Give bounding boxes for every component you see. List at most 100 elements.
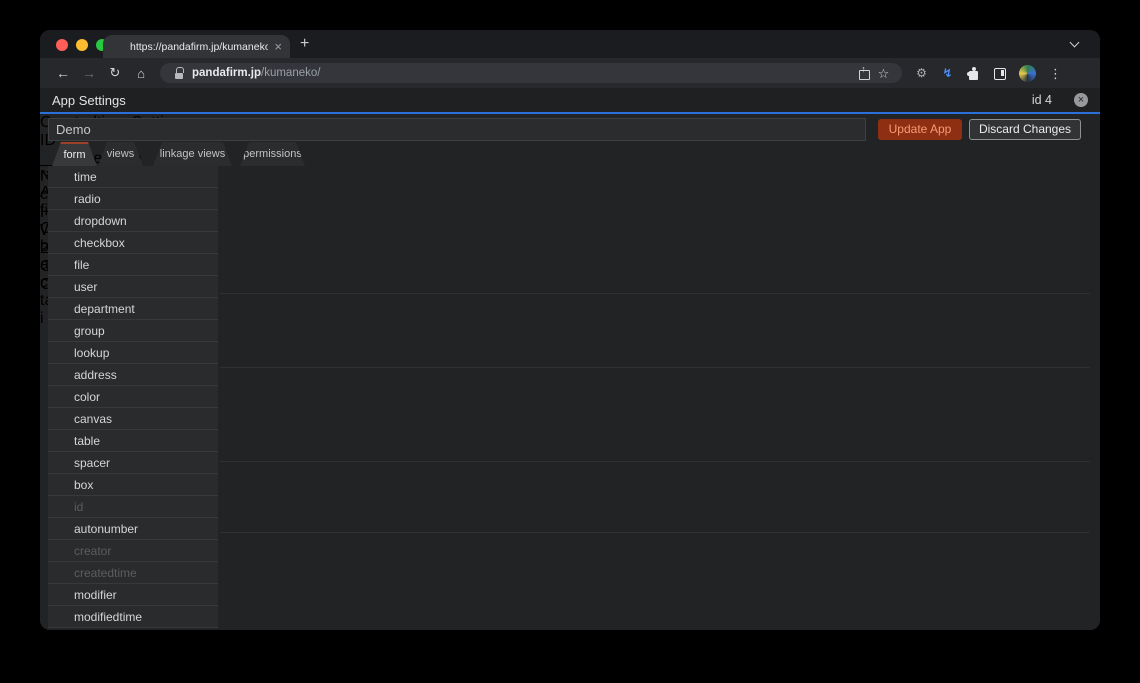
tab-title: https://pandafirm.jp/kumaneko xyxy=(130,40,269,53)
settings-tabs: form views linkage views permissions xyxy=(52,142,305,166)
page-close-icon[interactable] xyxy=(1074,93,1088,107)
sidebar-item-id: id xyxy=(48,496,218,518)
url-domain: pandafirm.jp xyxy=(192,67,262,79)
user-icon xyxy=(53,280,66,293)
sidebar-item-department[interactable]: department xyxy=(48,298,218,320)
sidebar-item-modifiedtime[interactable]: modifiedtime xyxy=(48,606,218,628)
address-bar[interactable]: pandafirm.jp/kumaneko/ xyxy=(160,63,902,83)
sidebar-item-label: time xyxy=(74,169,97,184)
creator-icon xyxy=(53,544,66,557)
tab-close-icon[interactable] xyxy=(274,38,282,56)
sidebar-item-lookup[interactable]: lookup xyxy=(48,342,218,364)
sidebar-item-createdtime: createdtime xyxy=(48,562,218,584)
tab-views[interactable]: views xyxy=(98,142,143,166)
app-name-input[interactable]: Demo xyxy=(48,118,866,141)
sidebar-item-label: spacer xyxy=(74,455,111,470)
share-icon[interactable] xyxy=(857,64,870,80)
app-settings-page: App Settings id 4 Demo Update App Discar… xyxy=(40,88,1100,630)
sidebar-item-color[interactable]: color xyxy=(48,386,218,408)
page-header: App Settings id 4 xyxy=(40,88,1100,114)
forward-button[interactable] xyxy=(76,65,102,81)
sidebar-item-group[interactable]: group xyxy=(48,320,218,342)
date-picker-icon[interactable]: i xyxy=(40,310,44,327)
sidebar-item-label: autonumber xyxy=(74,521,139,536)
lock-icon xyxy=(172,66,185,80)
group-icon xyxy=(53,324,66,337)
sidebar-item-creator: creator xyxy=(48,540,218,562)
sidebar-item-label: department xyxy=(74,301,135,316)
time-icon xyxy=(53,170,66,183)
new-tab-button[interactable] xyxy=(300,35,309,53)
gear-extension-icon[interactable] xyxy=(915,67,928,80)
sidebar-item-label: id xyxy=(74,499,84,514)
spacer-icon xyxy=(53,456,66,469)
sidebar-item-address[interactable]: address xyxy=(48,364,218,386)
sidebar-item-box[interactable]: box xyxy=(48,474,218,496)
sidebar-item-checkbox[interactable]: checkbox xyxy=(48,232,218,254)
row-separator xyxy=(220,293,1090,294)
browser-menu-icon[interactable] xyxy=(1049,67,1062,80)
modifiedtime-icon xyxy=(53,610,66,623)
file-icon xyxy=(53,258,66,271)
bolt-extension-icon[interactable] xyxy=(941,67,954,80)
profile-avatar[interactable] xyxy=(1019,64,1036,82)
sidebar-item-label: createdtime xyxy=(74,565,137,580)
tab-permissions[interactable]: permissions xyxy=(240,142,305,166)
sidebar-item-autonumber[interactable]: autonumber xyxy=(48,518,218,540)
back-button[interactable] xyxy=(50,65,76,81)
sidebar-item-label: lookup xyxy=(74,345,110,360)
sidebar-item-label: user xyxy=(74,279,98,294)
sidebar-item-label: group xyxy=(74,323,105,338)
tab-overview-chevron-icon[interactable] xyxy=(1069,37,1080,48)
close-window-button[interactable] xyxy=(56,39,68,51)
side-panel-icon[interactable] xyxy=(993,67,1006,80)
minimize-window-button[interactable] xyxy=(76,39,88,51)
lookup-icon xyxy=(53,346,66,359)
row-separator xyxy=(220,532,1090,533)
id-icon xyxy=(53,500,66,513)
home-button[interactable] xyxy=(128,66,154,81)
page-title: App Settings xyxy=(52,92,126,108)
sidebar-item-user[interactable]: user xyxy=(48,276,218,298)
sidebar-item-label: dropdown xyxy=(74,213,127,228)
sidebar-item-label: modifiedtime xyxy=(74,609,143,624)
sidebar-item-label: address xyxy=(74,367,117,382)
sidebar-item-file[interactable]: file xyxy=(48,254,218,276)
sidebar-item-label: modifier xyxy=(74,587,117,602)
window-controls xyxy=(56,39,108,51)
form-designer: time radio dropdown checkbox file user departm… xyxy=(40,166,1100,630)
bookmark-star-icon[interactable] xyxy=(877,67,890,80)
sidebar-item-spacer[interactable]: spacer xyxy=(48,452,218,474)
sidebar-item-canvas[interactable]: canvas xyxy=(48,408,218,430)
discard-changes-button[interactable]: Discard Changes xyxy=(969,119,1081,140)
sidebar-item-label: checkbox xyxy=(74,235,125,250)
extensions-puzzle-icon[interactable] xyxy=(967,66,980,80)
modifier-icon xyxy=(53,588,66,601)
sidebar-item-label: radio xyxy=(74,191,101,206)
update-app-button[interactable]: Update App xyxy=(878,119,962,140)
sidebar-item-label: creator xyxy=(74,543,112,558)
browser-window: https://pandafirm.jp/kumaneko pandafirm.… xyxy=(40,30,1100,630)
browser-tab[interactable]: https://pandafirm.jp/kumaneko xyxy=(103,35,290,58)
row-separator xyxy=(220,367,1090,368)
url-text: pandafirm.jp/kumaneko/ xyxy=(192,67,320,79)
record-id-badge: id 4 xyxy=(1031,93,1052,107)
sidebar-item-modifier[interactable]: modifier xyxy=(48,584,218,606)
sidebar-item-table[interactable]: table xyxy=(48,430,218,452)
createdtime-icon xyxy=(53,566,66,579)
app-name-row: Demo Update App Discard Changes xyxy=(40,118,1100,142)
globe-icon xyxy=(111,40,124,53)
paperclip-icon xyxy=(65,202,78,215)
sidebar-item-label: box xyxy=(74,477,94,492)
sidebar-item-label: file xyxy=(74,257,90,272)
tab-linkage-views[interactable]: linkage views xyxy=(153,142,232,166)
autonumber-icon xyxy=(53,522,66,535)
dropdown-icon xyxy=(53,214,66,227)
canvas-icon xyxy=(53,412,66,425)
tab-form[interactable]: form xyxy=(52,142,97,166)
reload-button[interactable] xyxy=(102,65,128,81)
checkbox-icon xyxy=(53,236,66,249)
box-icon xyxy=(53,478,66,491)
sidebar-item-time[interactable]: time xyxy=(48,166,218,188)
table-icon xyxy=(53,434,66,447)
